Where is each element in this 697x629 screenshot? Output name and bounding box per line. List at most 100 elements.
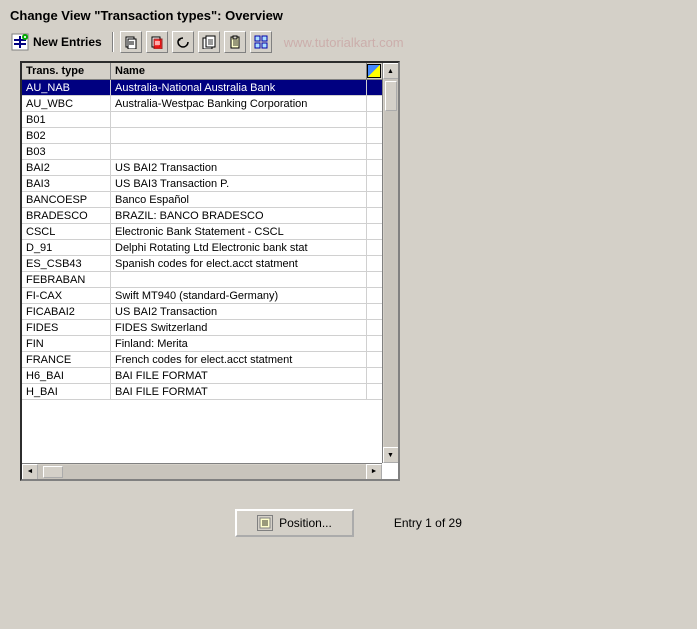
cell-type: FIN (22, 336, 111, 352)
copy-icon (202, 35, 216, 49)
cell-extra (366, 208, 382, 224)
cell-extra (366, 256, 382, 272)
table-row[interactable]: FINFinland: Merita (22, 336, 382, 352)
cell-extra (366, 96, 382, 112)
position-button-label: Position... (279, 516, 332, 530)
copy-rows-icon (124, 35, 138, 49)
toolbar-btn-2[interactable] (146, 31, 168, 53)
table-row[interactable]: B02 (22, 128, 382, 144)
cell-type: B02 (22, 128, 111, 144)
toolbar-btn-5[interactable] (224, 31, 246, 53)
position-button[interactable]: Position... (235, 509, 354, 537)
toolbar-btn-6[interactable] (250, 31, 272, 53)
table-row[interactable]: FICABAI2US BAI2 Transaction (22, 304, 382, 320)
table-row[interactable]: ES_CSB43Spanish codes for elect.acct sta… (22, 256, 382, 272)
table-row[interactable]: BRADESCOBRAZIL: BANCO BRADESCO (22, 208, 382, 224)
cell-type: BRADESCO (22, 208, 111, 224)
toolbar-btn-4[interactable] (198, 31, 220, 53)
scroll-right-btn[interactable]: ► (366, 464, 382, 480)
cell-name (111, 272, 367, 288)
scroll-up-btn[interactable]: ▲ (383, 63, 399, 79)
table-row[interactable]: D_91Delphi Rotating Ltd Electronic bank … (22, 240, 382, 256)
cell-name: Australia-Westpac Banking Corporation (111, 96, 367, 112)
toolbar-btn-3[interactable] (172, 31, 194, 53)
cell-type: FICABAI2 (22, 304, 111, 320)
cell-extra (366, 160, 382, 176)
cell-name (111, 144, 367, 160)
cell-type: B03 (22, 144, 111, 160)
new-entries-icon (10, 32, 30, 52)
scroll-track-v[interactable] (384, 79, 398, 447)
watermark-text: www.tutorialkart.com (284, 35, 404, 50)
cell-extra (366, 304, 382, 320)
scroll-thumb-h[interactable] (43, 466, 63, 478)
cell-name: US BAI2 Transaction (111, 304, 367, 320)
table-row[interactable]: H6_BAIBAI FILE FORMAT (22, 368, 382, 384)
cell-name: Electronic Bank Statement - CSCL (111, 224, 367, 240)
entry-info: Entry 1 of 29 (394, 516, 462, 530)
cell-extra (366, 176, 382, 192)
paste-icon (228, 35, 242, 49)
scroll-left-btn[interactable]: ◄ (22, 464, 38, 480)
cell-name (111, 112, 367, 128)
cell-type: H6_BAI (22, 368, 111, 384)
new-entries-button[interactable]: New Entries (10, 32, 106, 52)
cell-extra (366, 384, 382, 400)
table-container: ▲ ▼ ◄ ► Tr (20, 61, 400, 481)
cell-type: FI-CAX (22, 288, 111, 304)
undo-icon (176, 35, 190, 49)
cell-type: FEBRABAN (22, 272, 111, 288)
horizontal-scrollbar[interactable]: ◄ ► (22, 463, 382, 479)
cell-type: ES_CSB43 (22, 256, 111, 272)
vertical-scrollbar[interactable]: ▲ ▼ (382, 63, 398, 463)
cell-extra (366, 240, 382, 256)
table-row[interactable]: FIDESFIDES Switzerland (22, 320, 382, 336)
cell-type: D_91 (22, 240, 111, 256)
cell-extra (366, 368, 382, 384)
cell-type: H_BAI (22, 384, 111, 400)
cell-type: FRANCE (22, 352, 111, 368)
table-row[interactable]: H_BAIBAI FILE FORMAT (22, 384, 382, 400)
cell-name: US BAI3 Transaction P. (111, 176, 367, 192)
table-row[interactable]: B01 (22, 112, 382, 128)
table-row[interactable]: FRANCEFrench codes for elect.acct statme… (22, 352, 382, 368)
scroll-track-h[interactable] (38, 465, 366, 479)
scroll-thumb-v[interactable] (385, 81, 397, 111)
cell-name: FIDES Switzerland (111, 320, 367, 336)
cell-name: Swift MT940 (standard-Germany) (111, 288, 367, 304)
cell-extra (366, 144, 382, 160)
bottom-section: Position... Entry 1 of 29 (4, 489, 693, 545)
scroll-down-btn[interactable]: ▼ (383, 447, 399, 463)
main-content: ▲ ▼ ◄ ► Tr (4, 57, 693, 489)
title-bar: Change View "Transaction types": Overvie… (4, 4, 693, 29)
transaction-table: Trans. type Name AU_NABAustralia-Nationa… (22, 63, 382, 400)
sort-icon[interactable] (367, 64, 381, 78)
table-row[interactable]: AU_NABAustralia-National Australia Bank (22, 80, 382, 96)
cell-extra (366, 80, 382, 96)
cell-name: Australia-National Australia Bank (111, 80, 367, 96)
col-header-name: Name (111, 63, 367, 80)
table-row[interactable]: AU_WBCAustralia-Westpac Banking Corporat… (22, 96, 382, 112)
table-row[interactable]: B03 (22, 144, 382, 160)
cell-type: AU_NAB (22, 80, 111, 96)
cell-extra (366, 288, 382, 304)
cell-type: AU_WBC (22, 96, 111, 112)
cell-extra (366, 352, 382, 368)
toolbar-btn-1[interactable] (120, 31, 142, 53)
table-row[interactable]: BAI3US BAI3 Transaction P. (22, 176, 382, 192)
cell-extra (366, 320, 382, 336)
table-row[interactable]: FEBRABAN (22, 272, 382, 288)
table-row[interactable]: FI-CAXSwift MT940 (standard-Germany) (22, 288, 382, 304)
table-row[interactable]: CSCLElectronic Bank Statement - CSCL (22, 224, 382, 240)
cell-extra (366, 224, 382, 240)
cell-type: BAI3 (22, 176, 111, 192)
cell-extra (366, 336, 382, 352)
table-row[interactable]: BAI2US BAI2 Transaction (22, 160, 382, 176)
cell-name: Finland: Merita (111, 336, 367, 352)
main-window: Change View "Transaction types": Overvie… (0, 0, 697, 629)
toolbar-separator-1 (112, 32, 114, 52)
delete-icon (150, 35, 164, 49)
table-scroll-area: Trans. type Name AU_NABAustralia-Nationa… (22, 63, 382, 463)
col-header-sort[interactable] (366, 63, 382, 80)
table-row[interactable]: BANCOESPBanco Español (22, 192, 382, 208)
